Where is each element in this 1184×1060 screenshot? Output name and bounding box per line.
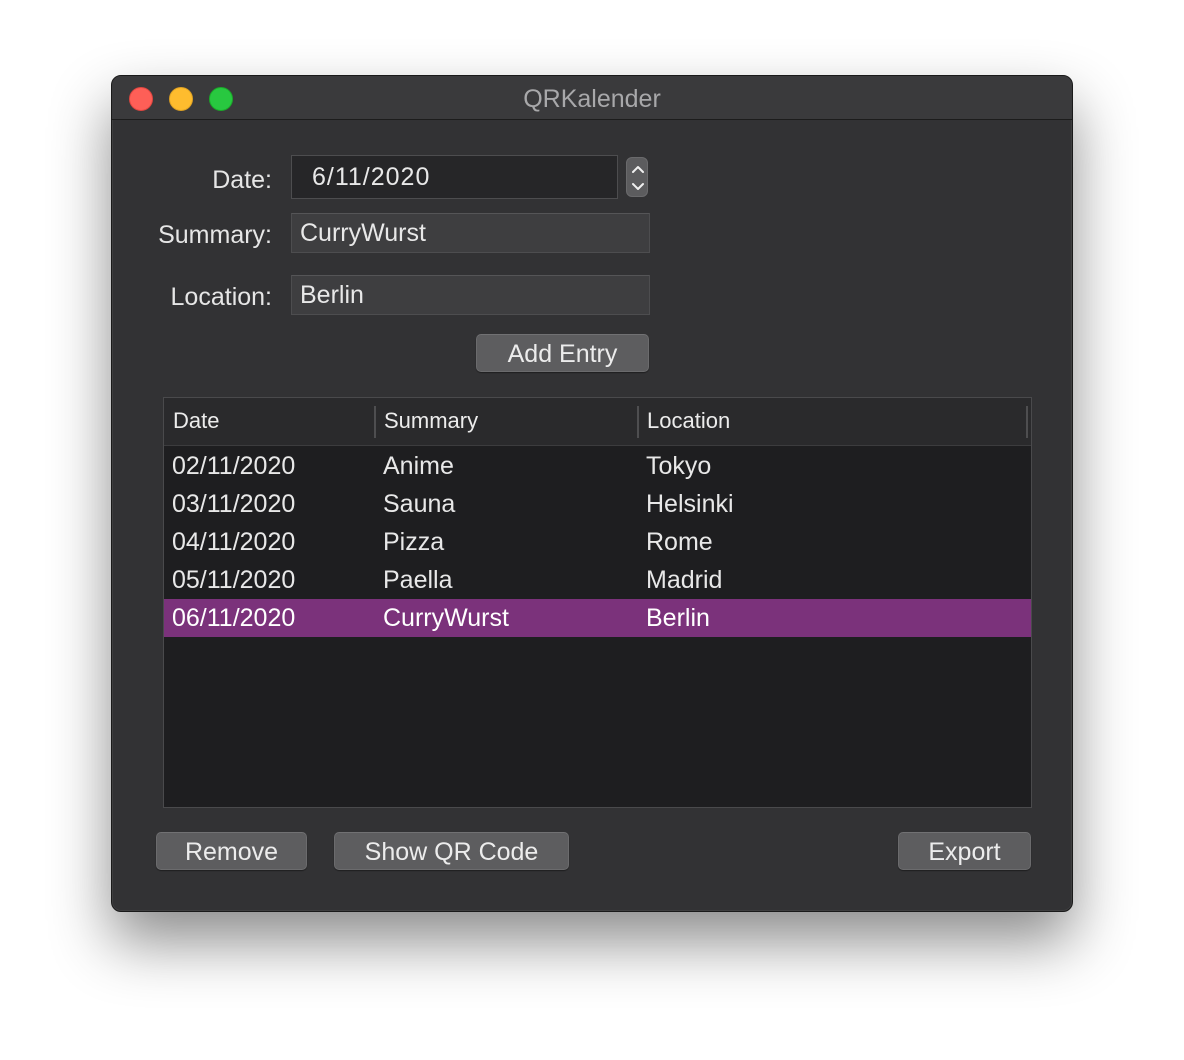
date-stepper[interactable] <box>626 157 648 197</box>
table-row-selected[interactable]: 06/11/2020 CurryWurst Berlin <box>164 599 1031 637</box>
cell-date: 03/11/2020 <box>172 490 296 518</box>
cell-location: Madrid <box>646 566 723 594</box>
cell-location: Berlin <box>646 604 710 632</box>
table-row[interactable]: 04/11/2020 Pizza Rome <box>164 523 1031 561</box>
cell-summary: CurryWurst <box>383 604 509 632</box>
date-label: Date: <box>212 166 272 194</box>
date-picker-field[interactable]: 6/11/2020 <box>291 155 618 199</box>
cell-summary: Anime <box>383 452 454 480</box>
add-entry-button[interactable]: Add Entry <box>476 334 649 372</box>
remove-button[interactable]: Remove <box>156 832 307 870</box>
export-button[interactable]: Export <box>898 832 1031 870</box>
app-window: QRKalender Date: 6/11/2020 Summary: Curr… <box>111 75 1073 912</box>
table-row[interactable]: 02/11/2020 Anime Tokyo <box>164 447 1031 485</box>
summary-label: Summary: <box>158 221 272 249</box>
location-label: Location: <box>170 283 272 311</box>
cell-date: 06/11/2020 <box>172 604 296 632</box>
cell-date: 04/11/2020 <box>172 528 296 556</box>
cell-summary: Paella <box>383 566 453 594</box>
column-divider[interactable] <box>1026 406 1028 438</box>
column-header-location[interactable]: Location <box>638 398 1026 445</box>
cell-location: Rome <box>646 528 713 556</box>
title-bar[interactable]: QRKalender <box>112 76 1072 120</box>
show-qr-code-button[interactable]: Show QR Code <box>334 832 569 870</box>
location-input[interactable]: Berlin <box>291 275 650 315</box>
cell-summary: Pizza <box>383 528 445 556</box>
column-header-summary[interactable]: Summary <box>375 398 637 445</box>
entries-table[interactable]: Date Summary Location 02/11/2020 Anime T… <box>163 397 1032 808</box>
cell-summary: Sauna <box>383 490 456 518</box>
column-header-date[interactable]: Date <box>164 398 374 445</box>
cell-location: Tokyo <box>646 452 712 480</box>
table-row[interactable]: 05/11/2020 Paella Madrid <box>164 561 1031 599</box>
cell-location: Helsinki <box>646 490 734 518</box>
table-header: Date Summary Location <box>164 398 1031 446</box>
cell-date: 05/11/2020 <box>172 566 296 594</box>
up-down-stepper-icon <box>632 166 644 190</box>
table-body: 02/11/2020 Anime Tokyo 03/11/2020 Sauna … <box>164 447 1031 637</box>
table-row[interactable]: 03/11/2020 Sauna Helsinki <box>164 485 1031 523</box>
window-title: QRKalender <box>523 85 661 113</box>
summary-input[interactable]: CurryWurst <box>291 213 650 253</box>
cell-date: 02/11/2020 <box>172 452 296 480</box>
